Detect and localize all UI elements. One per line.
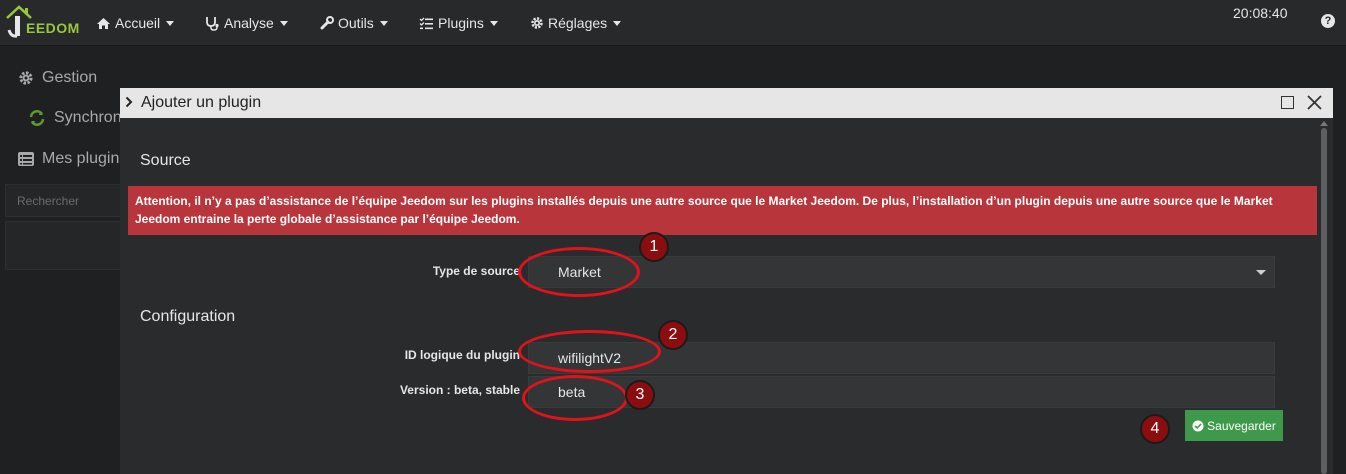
synchro-label: Synchron bbox=[54, 109, 122, 126]
warning-alert: Attention, il n’y a pas d’assistance de … bbox=[128, 186, 1317, 235]
chevron-right-icon bbox=[125, 96, 133, 108]
chevron-down-icon bbox=[166, 20, 175, 26]
source-section-title: Source bbox=[140, 152, 191, 169]
version-label: Version : beta, stable bbox=[399, 383, 520, 397]
chevron-down-icon bbox=[613, 20, 622, 26]
list-icon bbox=[18, 152, 34, 166]
wrench-icon bbox=[320, 16, 334, 30]
scroll-up-arrow[interactable] bbox=[1320, 121, 1328, 126]
modal-title: Ajouter un plugin bbox=[141, 94, 262, 111]
synchro-button[interactable]: Synchron bbox=[28, 109, 122, 127]
nav-reglages-label: Réglages bbox=[548, 15, 608, 31]
annotation-ring-source bbox=[518, 247, 640, 297]
jeedom-logo[interactable]: EEDOM bbox=[5, 4, 80, 40]
close-icon[interactable] bbox=[1306, 94, 1323, 111]
modal-header: Ajouter un plugin bbox=[120, 88, 1333, 118]
chevron-down-icon bbox=[279, 20, 288, 26]
plugin-id-label: ID logique du plugin bbox=[404, 348, 520, 362]
nav-analyse[interactable]: Analyse bbox=[205, 13, 288, 33]
mes-plugins-label: Mes plugin bbox=[42, 150, 120, 167]
clock: 20:08:40 bbox=[1233, 5, 1288, 21]
scrollbar[interactable] bbox=[1321, 128, 1327, 474]
gear-icon bbox=[19, 71, 33, 85]
refresh-icon bbox=[29, 110, 45, 126]
nav-outils-label: Outils bbox=[338, 15, 374, 31]
nav-plugins-label: Plugins bbox=[438, 15, 484, 31]
search-input[interactable]: Rechercher bbox=[5, 184, 123, 217]
mes-plugins-heading: Mes plugin bbox=[18, 150, 119, 168]
select-caret-icon bbox=[1256, 270, 1266, 275]
annotation-number-4: 4 bbox=[1140, 414, 1170, 444]
check-circle-icon bbox=[1192, 420, 1204, 431]
annotation-ring-plugin-id bbox=[518, 330, 661, 373]
nav-analyse-label: Analyse bbox=[224, 15, 274, 31]
save-button-label: Sauvegarder bbox=[1207, 418, 1276, 433]
source-type-select[interactable]: Market bbox=[528, 256, 1275, 288]
annotation-number-2: 2 bbox=[658, 320, 688, 350]
home-icon bbox=[97, 17, 110, 29]
save-button[interactable]: Sauvegarder bbox=[1185, 410, 1283, 441]
gestion-label: Gestion bbox=[42, 69, 98, 86]
plugin-list-panel bbox=[5, 221, 123, 270]
annotation-number-1: 1 bbox=[639, 232, 669, 262]
nav-accueil[interactable]: Accueil bbox=[96, 13, 175, 33]
help-icon[interactable]: ? bbox=[1321, 14, 1335, 28]
source-type-label: Type de source bbox=[432, 264, 520, 278]
nav-outils[interactable]: Outils bbox=[320, 13, 388, 33]
chevron-down-icon bbox=[379, 20, 388, 26]
nav-plugins[interactable]: Plugins bbox=[419, 13, 498, 33]
logo-text: EEDOM bbox=[26, 20, 80, 36]
top-navbar: EEDOM Accueil Analyse Outils Plugins Rég… bbox=[0, 0, 1346, 46]
configuration-section-title: Configuration bbox=[140, 308, 236, 325]
gear-icon bbox=[531, 17, 543, 29]
chevron-down-icon bbox=[489, 20, 498, 26]
annotation-number-3: 3 bbox=[625, 380, 655, 410]
gestion-heading: Gestion bbox=[18, 69, 97, 87]
annotation-ring-version bbox=[522, 375, 628, 421]
nav-accueil-label: Accueil bbox=[115, 15, 161, 31]
tasks-icon bbox=[419, 17, 433, 29]
maximize-icon[interactable] bbox=[1281, 96, 1294, 109]
stethoscope-icon bbox=[206, 16, 219, 31]
nav-reglages[interactable]: Réglages bbox=[530, 13, 622, 33]
